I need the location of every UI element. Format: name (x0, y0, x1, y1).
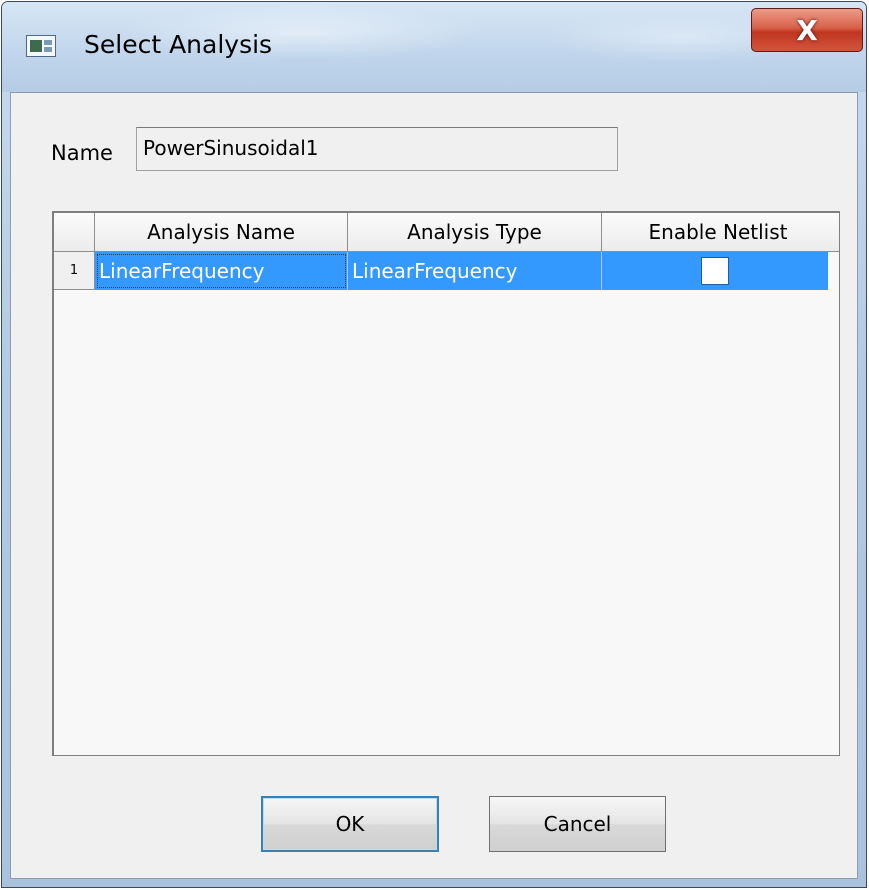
name-field[interactable]: PowerSinusoidal1 (136, 127, 618, 171)
column-header-analysis-type[interactable]: Analysis Type (348, 213, 602, 251)
name-label: Name (51, 141, 113, 165)
window-title: Select Analysis (84, 30, 273, 59)
analysis-grid: Analysis Name Analysis Type Enable Netli… (52, 211, 840, 756)
dialog-body: Name PowerSinusoidal1 Analysis Name Anal… (10, 92, 858, 879)
cell-analysis-name[interactable]: LinearFrequency (95, 252, 348, 290)
app-window-icon (26, 35, 56, 57)
ok-button[interactable]: OK (261, 796, 439, 852)
close-button[interactable]: X (751, 8, 863, 52)
enable-netlist-checkbox[interactable] (701, 257, 729, 285)
close-icon: X (796, 13, 818, 47)
select-analysis-dialog: Select Analysis X Name PowerSinusoidal1 … (1, 1, 867, 888)
column-header-analysis-name[interactable]: Analysis Name (95, 213, 348, 251)
column-header-enable-netlist[interactable]: Enable Netlist (602, 213, 834, 251)
title-bar[interactable]: Select Analysis X (2, 2, 866, 92)
cell-enable-netlist[interactable] (602, 252, 828, 290)
grid-corner-cell[interactable] (54, 213, 95, 251)
grid-header: Analysis Name Analysis Type Enable Netli… (54, 213, 839, 252)
cancel-button[interactable]: Cancel (489, 796, 666, 852)
cell-analysis-type[interactable]: LinearFrequency (348, 252, 602, 290)
row-number[interactable]: 1 (54, 252, 95, 290)
table-row[interactable]: 1 LinearFrequency LinearFrequency (54, 252, 833, 290)
